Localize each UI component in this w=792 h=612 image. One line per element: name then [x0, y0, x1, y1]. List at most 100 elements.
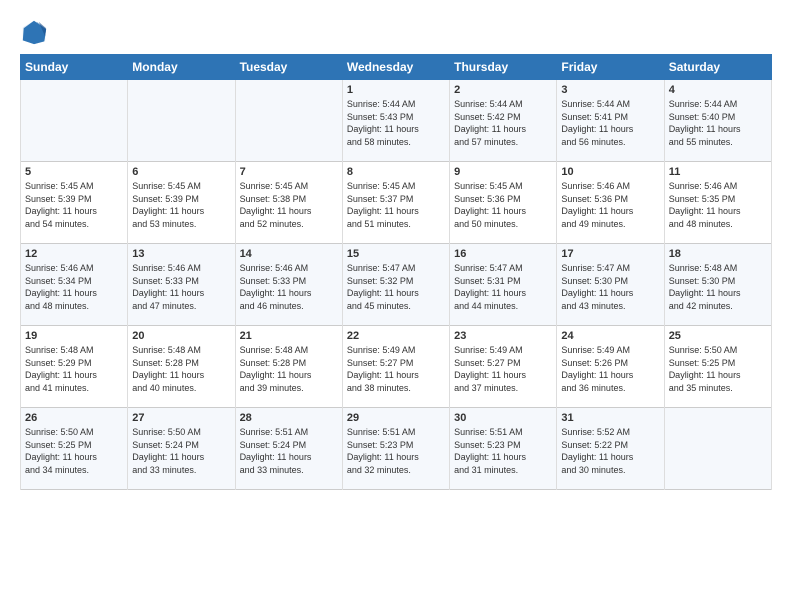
calendar-cell: 27 Sunrise: 5:50 AM Sunset: 5:24 PM Dayli…: [128, 408, 235, 490]
calendar-cell: [664, 408, 771, 490]
day-number: 27: [132, 412, 230, 424]
calendar-cell: 30 Sunrise: 5:51 AM Sunset: 5:23 PM Dayli…: [450, 408, 557, 490]
day-number: 11: [669, 166, 767, 178]
day-info: Sunrise: 5:52 AM Sunset: 5:22 PM Dayligh…: [561, 426, 659, 476]
day-number: 30: [454, 412, 552, 424]
day-number: 6: [132, 166, 230, 178]
day-info: Sunrise: 5:51 AM Sunset: 5:24 PM Dayligh…: [240, 426, 338, 476]
calendar-cell: 15Sunrise: 5:47 AM Sunset: 5:32 PM Dayli…: [342, 244, 449, 326]
day-info: Sunrise: 5:49 AM Sunset: 5:27 PM Dayligh…: [454, 344, 552, 394]
day-number: 26: [25, 412, 123, 424]
header-monday: Monday: [128, 55, 235, 80]
calendar-cell: 1 Sunrise: 5:44 AM Sunset: 5:43 PM Daylig…: [342, 80, 449, 162]
calendar-cell: 12 Sunrise: 5:46 AM Sunset: 5:34 PM Dayli…: [21, 244, 128, 326]
calendar-cell: 14Sunrise: 5:46 AM Sunset: 5:33 PM Dayli…: [235, 244, 342, 326]
day-number: 24: [561, 330, 659, 342]
day-info: Sunrise: 5:46 AM Sunset: 5:36 PM Dayligh…: [561, 180, 659, 230]
calendar-cell: 22 Sunrise: 5:49 AM Sunset: 5:27 PM Dayli…: [342, 326, 449, 408]
header-sunday: Sunday: [21, 55, 128, 80]
day-info: Sunrise: 5:50 AM Sunset: 5:25 PM Dayligh…: [25, 426, 123, 476]
day-number: 4: [669, 84, 767, 96]
day-info: Sunrise: 5:45 AM Sunset: 5:36 PM Dayligh…: [454, 180, 552, 230]
day-info: Sunrise: 5:48 AM Sunset: 5:28 PM Dayligh…: [132, 344, 230, 394]
calendar-cell: 11 Sunrise: 5:46 AM Sunset: 5:35 PM Dayli…: [664, 162, 771, 244]
day-number: 21: [240, 330, 338, 342]
day-info: Sunrise: 5:46 AM Sunset: 5:35 PM Dayligh…: [669, 180, 767, 230]
day-info: Sunrise: 5:51 AM Sunset: 5:23 PM Dayligh…: [454, 426, 552, 476]
day-number: 16: [454, 248, 552, 260]
calendar-cell: 4 Sunrise: 5:44 AM Sunset: 5:40 PM Daylig…: [664, 80, 771, 162]
calendar-cell: [235, 80, 342, 162]
day-number: 12: [25, 248, 123, 260]
logo: [20, 18, 52, 46]
calendar-table: SundayMondayTuesdayWednesdayThursdayFrid…: [20, 54, 772, 490]
logo-icon: [20, 18, 48, 46]
day-info: Sunrise: 5:50 AM Sunset: 5:24 PM Dayligh…: [132, 426, 230, 476]
day-number: 8: [347, 166, 445, 178]
header-thursday: Thursday: [450, 55, 557, 80]
calendar-body: 1 Sunrise: 5:44 AM Sunset: 5:43 PM Daylig…: [21, 80, 772, 490]
calendar-header: SundayMondayTuesdayWednesdayThursdayFrid…: [21, 55, 772, 80]
day-info: Sunrise: 5:50 AM Sunset: 5:25 PM Dayligh…: [669, 344, 767, 394]
calendar-cell: [128, 80, 235, 162]
day-number: 1: [347, 84, 445, 96]
calendar-cell: 26 Sunrise: 5:50 AM Sunset: 5:25 PM Dayli…: [21, 408, 128, 490]
calendar-cell: 28 Sunrise: 5:51 AM Sunset: 5:24 PM Dayli…: [235, 408, 342, 490]
day-number: 19: [25, 330, 123, 342]
calendar-cell: 29 Sunrise: 5:51 AM Sunset: 5:23 PM Dayli…: [342, 408, 449, 490]
calendar-cell: 9 Sunrise: 5:45 AM Sunset: 5:36 PM Daylig…: [450, 162, 557, 244]
day-number: 13: [132, 248, 230, 260]
day-info: Sunrise: 5:47 AM Sunset: 5:30 PM Dayligh…: [561, 262, 659, 312]
calendar-cell: 20Sunrise: 5:48 AM Sunset: 5:28 PM Dayli…: [128, 326, 235, 408]
calendar-cell: [21, 80, 128, 162]
day-info: Sunrise: 5:45 AM Sunset: 5:38 PM Dayligh…: [240, 180, 338, 230]
header-wednesday: Wednesday: [342, 55, 449, 80]
day-number: 9: [454, 166, 552, 178]
week-row-2: 12 Sunrise: 5:46 AM Sunset: 5:34 PM Dayli…: [21, 244, 772, 326]
day-info: Sunrise: 5:49 AM Sunset: 5:27 PM Dayligh…: [347, 344, 445, 394]
day-info: Sunrise: 5:44 AM Sunset: 5:42 PM Dayligh…: [454, 98, 552, 148]
day-number: 29: [347, 412, 445, 424]
week-row-4: 26 Sunrise: 5:50 AM Sunset: 5:25 PM Dayli…: [21, 408, 772, 490]
day-info: Sunrise: 5:45 AM Sunset: 5:39 PM Dayligh…: [132, 180, 230, 230]
week-row-0: 1 Sunrise: 5:44 AM Sunset: 5:43 PM Daylig…: [21, 80, 772, 162]
calendar-cell: 3 Sunrise: 5:44 AM Sunset: 5:41 PM Daylig…: [557, 80, 664, 162]
day-info: Sunrise: 5:51 AM Sunset: 5:23 PM Dayligh…: [347, 426, 445, 476]
day-info: Sunrise: 5:44 AM Sunset: 5:41 PM Dayligh…: [561, 98, 659, 148]
header: [20, 18, 772, 46]
calendar-cell: 24 Sunrise: 5:49 AM Sunset: 5:26 PM Dayli…: [557, 326, 664, 408]
calendar-cell: 23 Sunrise: 5:49 AM Sunset: 5:27 PM Dayli…: [450, 326, 557, 408]
day-info: Sunrise: 5:44 AM Sunset: 5:40 PM Dayligh…: [669, 98, 767, 148]
day-number: 31: [561, 412, 659, 424]
header-saturday: Saturday: [664, 55, 771, 80]
calendar-cell: 16Sunrise: 5:47 AM Sunset: 5:31 PM Dayli…: [450, 244, 557, 326]
day-info: Sunrise: 5:46 AM Sunset: 5:33 PM Dayligh…: [240, 262, 338, 312]
header-tuesday: Tuesday: [235, 55, 342, 80]
day-number: 17: [561, 248, 659, 260]
day-info: Sunrise: 5:45 AM Sunset: 5:37 PM Dayligh…: [347, 180, 445, 230]
page: SundayMondayTuesdayWednesdayThursdayFrid…: [0, 0, 792, 612]
day-number: 2: [454, 84, 552, 96]
calendar-cell: 8 Sunrise: 5:45 AM Sunset: 5:37 PM Daylig…: [342, 162, 449, 244]
day-number: 10: [561, 166, 659, 178]
day-info: Sunrise: 5:49 AM Sunset: 5:26 PM Dayligh…: [561, 344, 659, 394]
day-info: Sunrise: 5:48 AM Sunset: 5:28 PM Dayligh…: [240, 344, 338, 394]
day-number: 22: [347, 330, 445, 342]
calendar-cell: 31 Sunrise: 5:52 AM Sunset: 5:22 PM Dayli…: [557, 408, 664, 490]
day-number: 23: [454, 330, 552, 342]
calendar-cell: 25Sunrise: 5:50 AM Sunset: 5:25 PM Dayli…: [664, 326, 771, 408]
calendar-cell: 10 Sunrise: 5:46 AM Sunset: 5:36 PM Dayli…: [557, 162, 664, 244]
day-number: 7: [240, 166, 338, 178]
week-row-1: 5Sunrise: 5:45 AM Sunset: 5:39 PM Daylig…: [21, 162, 772, 244]
calendar-cell: 21 Sunrise: 5:48 AM Sunset: 5:28 PM Dayli…: [235, 326, 342, 408]
day-info: Sunrise: 5:46 AM Sunset: 5:34 PM Dayligh…: [25, 262, 123, 312]
day-number: 18: [669, 248, 767, 260]
calendar-cell: 5Sunrise: 5:45 AM Sunset: 5:39 PM Daylig…: [21, 162, 128, 244]
day-info: Sunrise: 5:44 AM Sunset: 5:43 PM Dayligh…: [347, 98, 445, 148]
day-info: Sunrise: 5:47 AM Sunset: 5:32 PM Dayligh…: [347, 262, 445, 312]
calendar-cell: 6 Sunrise: 5:45 AM Sunset: 5:39 PM Daylig…: [128, 162, 235, 244]
day-info: Sunrise: 5:48 AM Sunset: 5:29 PM Dayligh…: [25, 344, 123, 394]
day-number: 3: [561, 84, 659, 96]
calendar-cell: 7 Sunrise: 5:45 AM Sunset: 5:38 PM Daylig…: [235, 162, 342, 244]
day-number: 28: [240, 412, 338, 424]
